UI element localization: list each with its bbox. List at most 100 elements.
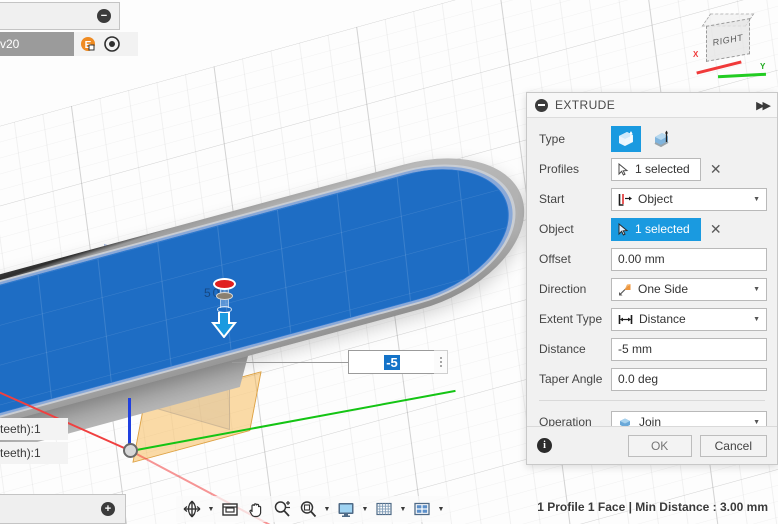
application-window: 500 -5 RIGHT X Y − 0 xyxy=(0,0,778,524)
taper-extrude-icon xyxy=(654,130,669,148)
extent-type-value: Distance xyxy=(639,312,686,326)
ok-button[interactable]: OK xyxy=(627,434,692,457)
browser-version-label: 0 v20 xyxy=(0,37,20,51)
expand-arrows-icon[interactable]: ▶▶ xyxy=(756,99,771,112)
label-start: Start xyxy=(539,192,565,206)
pan-icon[interactable] xyxy=(244,498,268,520)
start-dropdown[interactable]: Object ▼ xyxy=(611,187,767,211)
start-value: Object xyxy=(638,192,673,206)
viewports-dropdown-caret[interactable]: ▼ xyxy=(436,506,446,513)
profiles-selection-chip[interactable]: 1 selected xyxy=(611,157,701,181)
zoom-window-icon[interactable] xyxy=(296,498,320,520)
start-caret-icon[interactable]: ▼ xyxy=(753,196,760,203)
collapse-minus-icon[interactable] xyxy=(535,98,548,112)
distance-icon xyxy=(618,314,633,324)
label-object: Object xyxy=(539,222,574,236)
inline-distance-value: -5 xyxy=(384,354,400,370)
profiles-clear-icon[interactable]: ✕ xyxy=(707,160,725,178)
view-cube-axis-x xyxy=(696,60,742,75)
extent-type-dropdown[interactable]: Distance ▼ xyxy=(611,307,767,331)
selected-face[interactable] xyxy=(0,148,516,416)
browser-tree-item-2[interactable]: teeth):1 xyxy=(0,442,68,464)
display-settings-icon[interactable] xyxy=(334,498,358,520)
origin-point[interactable] xyxy=(123,443,138,458)
profile-extrude-icon xyxy=(619,131,633,146)
extrude-dialog-title: EXTRUDE xyxy=(555,98,616,112)
look-at-icon[interactable] xyxy=(218,498,242,520)
join-icon xyxy=(619,418,632,426)
label-distance: Distance xyxy=(539,342,586,356)
navigation-toolbar[interactable]: ▼ ▼ ▼ ▼ ▼ xyxy=(176,496,450,522)
browser-tree-item-label: teeth):1 xyxy=(0,446,41,460)
row-type: Type xyxy=(527,124,777,154)
start-object-icon xyxy=(618,193,632,206)
operation-dropdown[interactable]: Join ▼ xyxy=(611,410,767,426)
collapse-icon[interactable]: − xyxy=(97,9,111,23)
taper-angle-input[interactable]: 0.0 deg xyxy=(611,367,767,391)
extent-type-caret-icon[interactable]: ▼ xyxy=(753,316,760,323)
browser-tree-item-1[interactable]: teeth):1 xyxy=(0,418,68,440)
row-taper-angle: Taper Angle 0.0 deg xyxy=(527,364,777,394)
operation-value: Join xyxy=(639,415,662,426)
operation-caret-icon[interactable]: ▼ xyxy=(753,419,760,426)
manipulator-secondary-ring[interactable] xyxy=(216,292,233,300)
object-selection-chip[interactable]: 1 selected xyxy=(611,217,701,241)
browser-panel-header: − xyxy=(0,2,120,30)
view-cube-right-face[interactable]: RIGHT xyxy=(706,18,750,62)
inline-input-options-icon[interactable] xyxy=(434,350,448,374)
extrude-dialog-footer: i OK Cancel xyxy=(527,426,777,464)
model-body[interactable] xyxy=(0,134,532,430)
browser-version-row[interactable]: 0 v20 xyxy=(0,32,74,56)
label-type: Type xyxy=(539,132,566,146)
label-profiles: Profiles xyxy=(539,162,580,176)
extrude-dialog-header[interactable]: EXTRUDE ▶▶ xyxy=(527,93,777,118)
inline-distance-input[interactable]: -5 xyxy=(348,350,436,374)
row-operation: Operation Join ▼ xyxy=(527,407,777,426)
view-cube-axis-y xyxy=(717,72,767,79)
direction-caret-icon[interactable]: ▼ xyxy=(753,286,760,293)
view-cube[interactable]: RIGHT X Y xyxy=(688,8,772,86)
offset-input[interactable]: 0.00 mm xyxy=(611,247,767,271)
direction-arrow-icon[interactable] xyxy=(208,312,240,338)
orbit-icon[interactable] xyxy=(180,498,204,520)
browser-row-icons: E xyxy=(74,32,138,56)
dimension-leader-line xyxy=(232,362,350,363)
manipulator-handle-ring[interactable] xyxy=(213,278,236,290)
direction-value: One Side xyxy=(638,282,689,296)
label-operation: Operation xyxy=(539,415,592,426)
component-icon[interactable]: E xyxy=(80,36,96,52)
info-icon[interactable]: i xyxy=(537,438,552,453)
extrude-dialog-body: Type Profiles 1 selected ✕ Start Object … xyxy=(527,118,777,426)
distance-value: -5 mm xyxy=(618,342,652,356)
cancel-button[interactable]: Cancel xyxy=(699,434,767,457)
viewports-icon[interactable] xyxy=(410,498,434,520)
grid-snaps-dropdown-caret[interactable]: ▼ xyxy=(398,506,408,513)
zoom-window-dropdown-caret[interactable]: ▼ xyxy=(322,506,332,513)
extrude-dialog[interactable]: EXTRUDE ▶▶ Type Profiles 1 selected ✕ St… xyxy=(526,92,778,465)
status-bar: 1 Profile 1 Face | Min Distance : 3.00 m… xyxy=(537,500,768,514)
row-direction: Direction One Side ▼ xyxy=(527,274,777,304)
label-direction: Direction xyxy=(539,282,587,296)
type-option-profile-extrude[interactable] xyxy=(611,126,641,152)
one-side-arrow-icon xyxy=(619,283,631,295)
plus-icon[interactable]: + xyxy=(101,502,115,516)
distance-input[interactable]: -5 mm xyxy=(611,337,767,361)
cursor-icon xyxy=(618,162,629,176)
row-distance: Distance -5 mm xyxy=(527,334,777,364)
direction-dropdown[interactable]: One Side ▼ xyxy=(611,277,767,301)
object-selection-text: 1 selected xyxy=(635,222,690,236)
label-offset: Offset xyxy=(539,252,571,266)
type-option-taper-extrude[interactable] xyxy=(647,126,677,152)
cursor-icon xyxy=(618,222,629,236)
zoom-icon[interactable] xyxy=(270,498,294,520)
display-settings-dropdown-caret[interactable]: ▼ xyxy=(360,506,370,513)
3d-model[interactable] xyxy=(0,120,560,466)
dialog-divider xyxy=(539,400,765,401)
row-extent-type: Extent Type Distance ▼ xyxy=(527,304,777,334)
extrude-manipulator[interactable]: 500 xyxy=(204,278,238,338)
target-icon[interactable] xyxy=(104,36,120,52)
orbit-dropdown-caret[interactable]: ▼ xyxy=(206,506,216,513)
grid-snaps-icon[interactable] xyxy=(372,498,396,520)
row-profiles: Profiles 1 selected ✕ xyxy=(527,154,777,184)
object-clear-icon[interactable]: ✕ xyxy=(707,220,725,238)
